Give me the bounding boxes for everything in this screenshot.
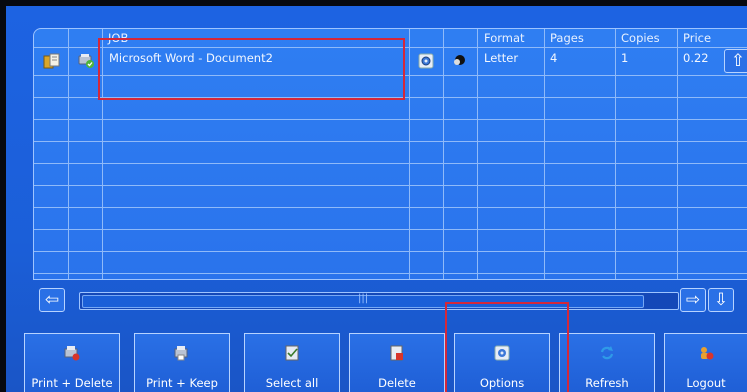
scroll-left-button[interactable]: ⇦ [39,288,65,312]
job-copies: 1 [621,51,629,65]
select-all-icon [285,345,299,361]
grid-line [34,229,747,230]
job-pages: 4 [550,51,558,65]
arrow-down-icon: ⇩ [713,290,729,310]
print-delete-button[interactable]: Print + Delete [24,333,120,392]
grid-line [34,273,747,274]
print-keep-button[interactable]: Print + Keep [134,333,230,392]
select-all-button[interactable]: Select all [244,333,340,392]
header-pages[interactable]: Pages [550,31,584,45]
document-icon [43,53,61,73]
header-price[interactable]: Price [683,31,711,45]
horizontal-scroll-grip: ||| [358,293,369,304]
scroll-up-button[interactable]: ⇧ [724,49,747,73]
arrow-left-icon: ⇦ [44,290,60,310]
arrow-right-icon: ⇨ [685,290,701,310]
print-release-screen: JOB Format Pages Copies Price Microsoft … [6,6,747,392]
annotation-box-options [445,302,569,392]
grid-line [34,207,747,208]
color-mode-icon[interactable] [451,53,467,73]
header-copies[interactable]: Copies [621,31,660,45]
delete-icon [390,345,403,361]
select-all-label: Select all [265,376,319,390]
annotation-box-job [98,38,405,100]
print-keep-icon [174,346,188,361]
arrow-up-icon: ⇧ [730,51,746,71]
settings-icon[interactable] [418,53,434,73]
printer-check-icon [77,53,95,73]
delete-button[interactable]: Delete [349,333,445,392]
job-format: Letter [484,51,519,65]
header-format[interactable]: Format [484,31,525,45]
horizontal-scrollbar[interactable]: ||| [79,292,679,310]
print-delete-label: Print + Delete [31,376,113,390]
logout-label: Logout [686,376,726,390]
refresh-label: Refresh [585,376,629,390]
print-delete-icon [64,346,80,361]
logout-button[interactable]: Logout [664,333,747,392]
refresh-icon [600,346,614,360]
grid-line [34,185,747,186]
scroll-right-button[interactable]: ⇨ [680,288,706,312]
grid-line [34,119,747,120]
job-price: 0.22 [683,51,709,65]
refresh-button[interactable]: Refresh [559,333,655,392]
logout-icon [701,347,714,360]
grid-line [34,163,747,164]
scroll-down-button[interactable]: ⇩ [708,288,734,312]
print-keep-label: Print + Keep [146,376,218,390]
grid-line [34,251,747,252]
delete-label: Delete [378,376,416,390]
grid-line [34,141,747,142]
